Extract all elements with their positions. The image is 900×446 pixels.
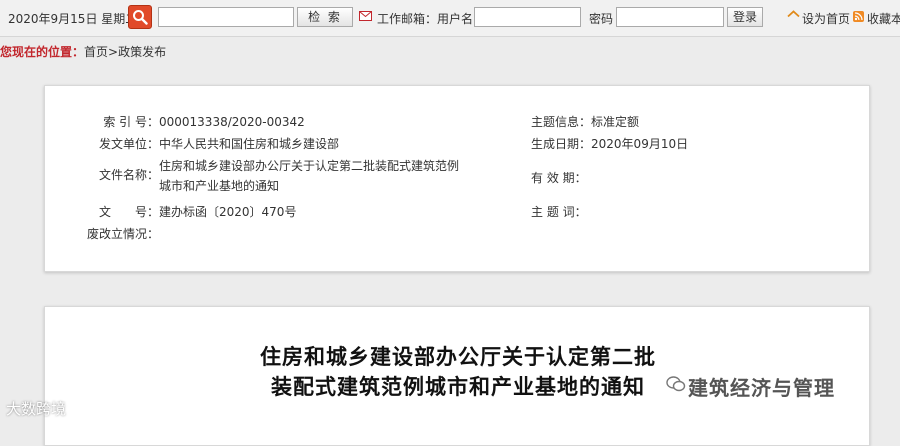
keywords-row: 主 题 词：: [531, 203, 587, 220]
location-label: 您现在的位置：: [0, 45, 85, 59]
subject-info-row: 主题信息：标准定额: [531, 113, 639, 130]
watermark-left: 大数跨境: [6, 398, 66, 419]
subject-info-value: 标准定额: [591, 115, 640, 129]
mail-icon: [359, 11, 372, 21]
document-name-line2: 城市和产业基地的通知: [159, 179, 280, 193]
index-number-value: 000013338/2020-00342: [159, 115, 305, 129]
current-date: 2020年9月15日 星期二: [8, 12, 138, 26]
validity-row: 有 效 期：: [531, 169, 587, 186]
revision-status-label: 废改立情况：: [86, 227, 159, 241]
magnifier-icon: [133, 10, 148, 25]
issuer-value: 中华人民共和国住房和城乡建设部: [159, 137, 340, 151]
index-number-label: 索 引 号：: [103, 115, 159, 129]
document-info-card: 索 引 号：000013338/2020-00342 发文单位：中华人民共和国住…: [44, 85, 870, 272]
document-title-line1: 住房和城乡建设部办公厅关于认定第二批: [260, 345, 656, 369]
revision-status-row: 废改立情况：: [87, 225, 159, 242]
breadcrumb: 您现在的位置：首页>政策发布: [0, 43, 166, 60]
home-icon: [787, 10, 800, 18]
document-number-label: 文 号：: [99, 205, 160, 219]
add-favorite-link[interactable]: 收藏本: [867, 10, 900, 27]
watermark-right: 建筑经济与管理: [666, 372, 835, 401]
generation-date-row: 生成日期：2020年09月10日: [531, 135, 688, 152]
mail-username-label: 工作邮箱：用户名: [377, 12, 474, 26]
subject-info-label: 主题信息：: [531, 115, 592, 129]
document-number-row: 文 号：建办标函〔2020〕470号: [99, 203, 296, 220]
username-input[interactable]: [474, 7, 581, 27]
document-name-line1: 住房和城乡建设部办公厅关于认定第二批装配式建筑范例: [159, 159, 460, 173]
password-input[interactable]: [616, 7, 724, 27]
rss-icon: [853, 11, 864, 22]
search-input[interactable]: [158, 7, 294, 27]
index-number-row: 索 引 号：000013338/2020-00342: [99, 113, 305, 130]
search-icon-button[interactable]: [128, 5, 152, 29]
issuer-row: 发文单位：中华人民共和国住房和城乡建设部: [99, 135, 339, 152]
watermark-left-text: 大数跨境: [6, 400, 67, 418]
login-button[interactable]: 登录: [727, 7, 763, 27]
wechat-icon: [666, 376, 686, 392]
top-bar: 2020年9月15日 星期二 检 索 工作邮箱：用户名 密码 登录 设为首页 收…: [0, 0, 900, 37]
document-number-value: 建办标函〔2020〕470号: [159, 205, 297, 219]
validity-label: 有 效 期：: [531, 171, 587, 185]
document-name-row: 文件名称：住房和城乡建设部办公厅关于认定第二批装配式建筑范例 城市和产业基地的通知: [99, 156, 459, 196]
keywords-label: 主 题 词：: [531, 205, 587, 219]
password-label: 密码: [589, 12, 614, 26]
generation-date-label: 生成日期：: [531, 137, 592, 151]
watermark-right-text: 建筑经济与管理: [688, 376, 835, 400]
breadcrumb-path[interactable]: 首页>政策发布: [84, 45, 166, 59]
set-home-link[interactable]: 设为首页: [802, 10, 850, 27]
issuer-label: 发文单位：: [99, 137, 160, 151]
document-name-label: 文件名称：: [99, 168, 160, 182]
generation-date-value: 2020年09月10日: [591, 137, 689, 151]
search-button[interactable]: 检 索: [297, 7, 353, 27]
